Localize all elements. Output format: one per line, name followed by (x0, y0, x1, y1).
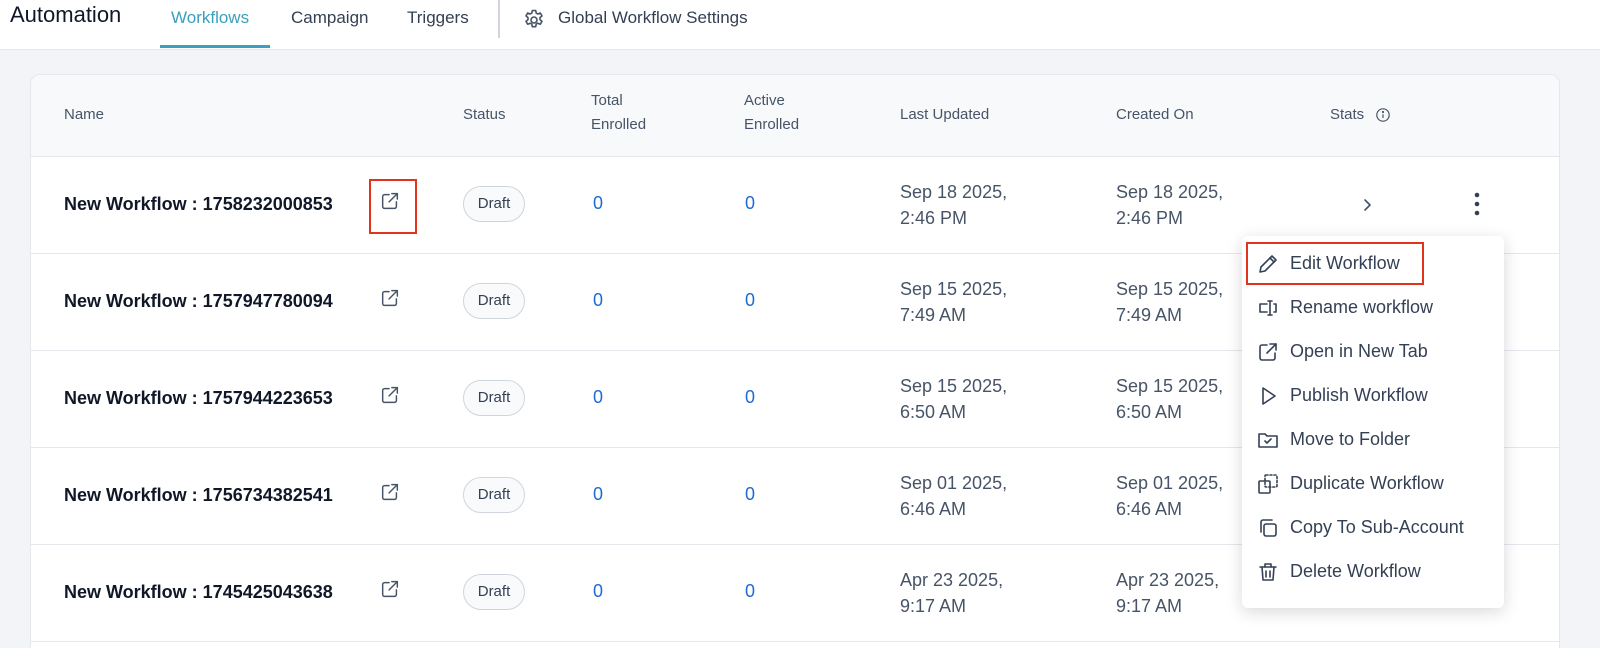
workflow-name[interactable]: New Workflow : 1757944223653 (64, 388, 333, 409)
gear-icon[interactable] (522, 8, 546, 32)
active-enrolled-value[interactable]: 0 (745, 581, 755, 602)
column-header-status[interactable]: Status (463, 103, 506, 127)
workflow-name[interactable]: New Workflow : 1757947780094 (64, 291, 333, 312)
menu-item-duplicate-workflow[interactable]: Duplicate Workflow (1242, 462, 1504, 506)
active-enrolled-value[interactable]: 0 (745, 290, 755, 311)
external-link-icon[interactable] (379, 578, 401, 600)
rename-icon (1259, 300, 1277, 316)
column-header-total-enrolled[interactable]: Total Enrolled (591, 89, 681, 137)
workflow-name[interactable]: New Workflow : 1756734382541 (64, 485, 333, 506)
more-options-icon[interactable] (1471, 191, 1483, 217)
total-enrolled-value[interactable]: 0 (593, 387, 603, 408)
status-badge: Draft (463, 574, 525, 610)
play-icon (1262, 387, 1276, 405)
column-header-name[interactable]: Name (64, 103, 104, 127)
menu-item-label: Duplicate Workflow (1290, 473, 1444, 493)
menu-item-label: Delete Workflow (1290, 561, 1421, 581)
last-updated-time: 6:50 AM (900, 402, 967, 422)
last-updated-date: Sep 15 2025, (900, 279, 1008, 299)
trash-icon (1259, 563, 1277, 581)
workflow-name[interactable]: New Workflow : 1745425043638 (64, 582, 333, 603)
last-updated-date: Apr 23 2025, (900, 570, 1004, 590)
last-updated-time: 2:46 PM (900, 208, 968, 228)
info-icon[interactable] (1375, 107, 1391, 123)
column-header-created-on[interactable]: Created On (1116, 103, 1194, 127)
last-updated-value: Sep 15 2025, 6:50 AM (900, 373, 1060, 425)
external-link-icon[interactable] (379, 287, 401, 309)
last-updated-time: 9:17 AM (900, 596, 967, 616)
workflow-name[interactable]: New Workflow : 1758232000853 (64, 194, 333, 215)
column-header-last-updated[interactable]: Last Updated (900, 103, 989, 127)
created-on-time: 2:46 PM (1116, 208, 1184, 228)
last-updated-date: Sep 01 2025, (900, 473, 1008, 493)
menu-item-label: Publish Workflow (1290, 385, 1428, 405)
last-updated-value: Sep 15 2025, 7:49 AM (900, 276, 1060, 328)
tab-campaign[interactable]: Campaign (291, 8, 369, 48)
folder-check-icon (1258, 433, 1278, 448)
menu-item-copy-to-sub-account[interactable]: Copy To Sub-Account (1242, 506, 1504, 550)
annotation-highlight-box (369, 179, 417, 234)
column-header-active-enrolled[interactable]: Active Enrolled (744, 89, 834, 137)
total-enrolled-value[interactable]: 0 (593, 193, 603, 214)
last-updated-value: Sep 18 2025, 2:46 PM (900, 179, 1060, 231)
duplicate-icon (1258, 474, 1278, 494)
total-enrolled-value[interactable]: 0 (593, 484, 603, 505)
menu-item-move-to-folder[interactable]: Move to Folder (1242, 418, 1504, 462)
menu-item-label: Move to Folder (1290, 429, 1411, 449)
menu-item-label: Copy To Sub-Account (1290, 517, 1464, 537)
active-enrolled-value[interactable]: 0 (745, 193, 755, 214)
global-workflow-settings-link[interactable]: Global Workflow Settings (558, 8, 748, 28)
menu-item-label: Rename workflow (1290, 297, 1434, 317)
total-enrolled-value[interactable]: 0 (593, 290, 603, 311)
total-enrolled-value[interactable]: 0 (593, 581, 603, 602)
status-badge: Draft (463, 477, 525, 513)
table-header: Name Status Total Enrolled Active Enroll… (31, 75, 1559, 157)
status-badge: Draft (463, 186, 525, 222)
created-on-value: Sep 18 2025, 2:46 PM (1116, 179, 1276, 231)
active-enrolled-value[interactable]: 0 (745, 484, 755, 505)
menu-item-publish-workflow[interactable]: Publish Workflow (1242, 374, 1504, 418)
active-enrolled-value[interactable]: 0 (745, 387, 755, 408)
last-updated-time: 7:49 AM (900, 305, 967, 325)
last-updated-value: Apr 23 2025, 9:17 AM (900, 567, 1060, 619)
menu-item-delete-workflow[interactable]: Delete Workflow (1242, 550, 1504, 594)
last-updated-date: Sep 18 2025, (900, 182, 1008, 202)
external-link-icon (1259, 343, 1277, 361)
chevron-right-icon[interactable] (1359, 195, 1375, 215)
active-tab-indicator (160, 45, 270, 48)
copy-icon (1260, 519, 1277, 537)
tab-divider (498, 0, 500, 38)
workflow-context-menu: Edit Workflow Rename workflow Open in Ne… (1242, 236, 1504, 608)
annotation-highlight-box (1246, 242, 1424, 285)
last-updated-date: Sep 15 2025, (900, 376, 1008, 396)
menu-item-open-in-new-tab[interactable]: Open in New Tab (1242, 330, 1504, 374)
status-badge: Draft (463, 380, 525, 416)
last-updated-value: Sep 01 2025, 6:46 AM (900, 470, 1060, 522)
tab-triggers[interactable]: Triggers (407, 8, 469, 48)
status-badge: Draft (463, 283, 525, 319)
page-title: Automation (10, 2, 122, 27)
tab-workflows[interactable]: Workflows (171, 8, 249, 48)
created-on-date: Sep 18 2025, (1116, 182, 1224, 202)
menu-item-label: Open in New Tab (1290, 341, 1428, 361)
external-link-icon[interactable] (379, 481, 401, 503)
column-header-stats[interactable]: Stats (1330, 103, 1364, 127)
top-bar: Automation Workflows Campaign Triggers G… (0, 0, 1600, 50)
menu-item-rename-workflow[interactable]: Rename workflow (1242, 286, 1504, 330)
last-updated-time: 6:46 AM (900, 499, 967, 519)
external-link-icon[interactable] (379, 384, 401, 406)
